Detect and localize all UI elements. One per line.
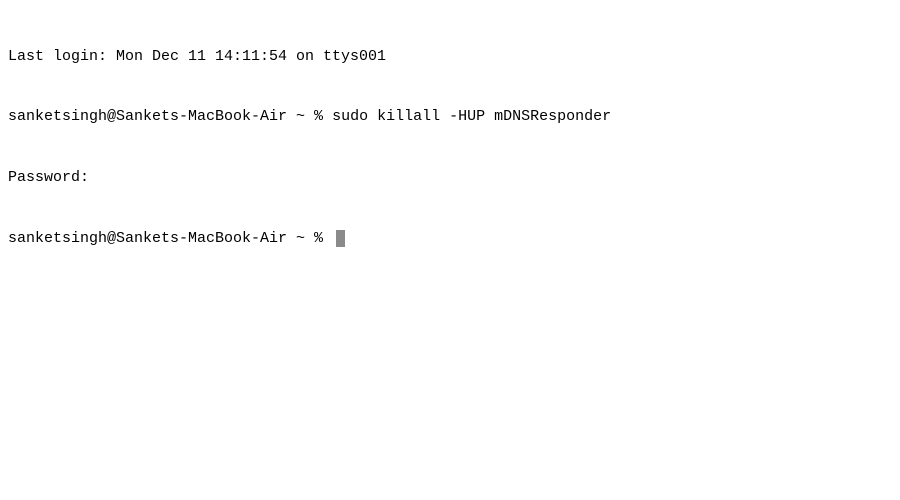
command-text: sudo killall -HUP mDNSResponder [332, 108, 611, 125]
current-prompt-text: sanketsingh@Sankets-MacBook-Air ~ % [8, 229, 332, 249]
cursor-icon [336, 230, 345, 247]
command-line: sanketsingh@Sankets-MacBook-Air ~ % sudo… [8, 107, 892, 127]
current-prompt-line[interactable]: sanketsingh@Sankets-MacBook-Air ~ % [8, 229, 892, 249]
terminal-output[interactable]: Last login: Mon Dec 11 14:11:54 on ttys0… [8, 6, 892, 269]
prompt-text: sanketsingh@Sankets-MacBook-Air ~ % [8, 108, 332, 125]
last-login-line: Last login: Mon Dec 11 14:11:54 on ttys0… [8, 47, 892, 67]
password-line: Password: [8, 168, 892, 188]
